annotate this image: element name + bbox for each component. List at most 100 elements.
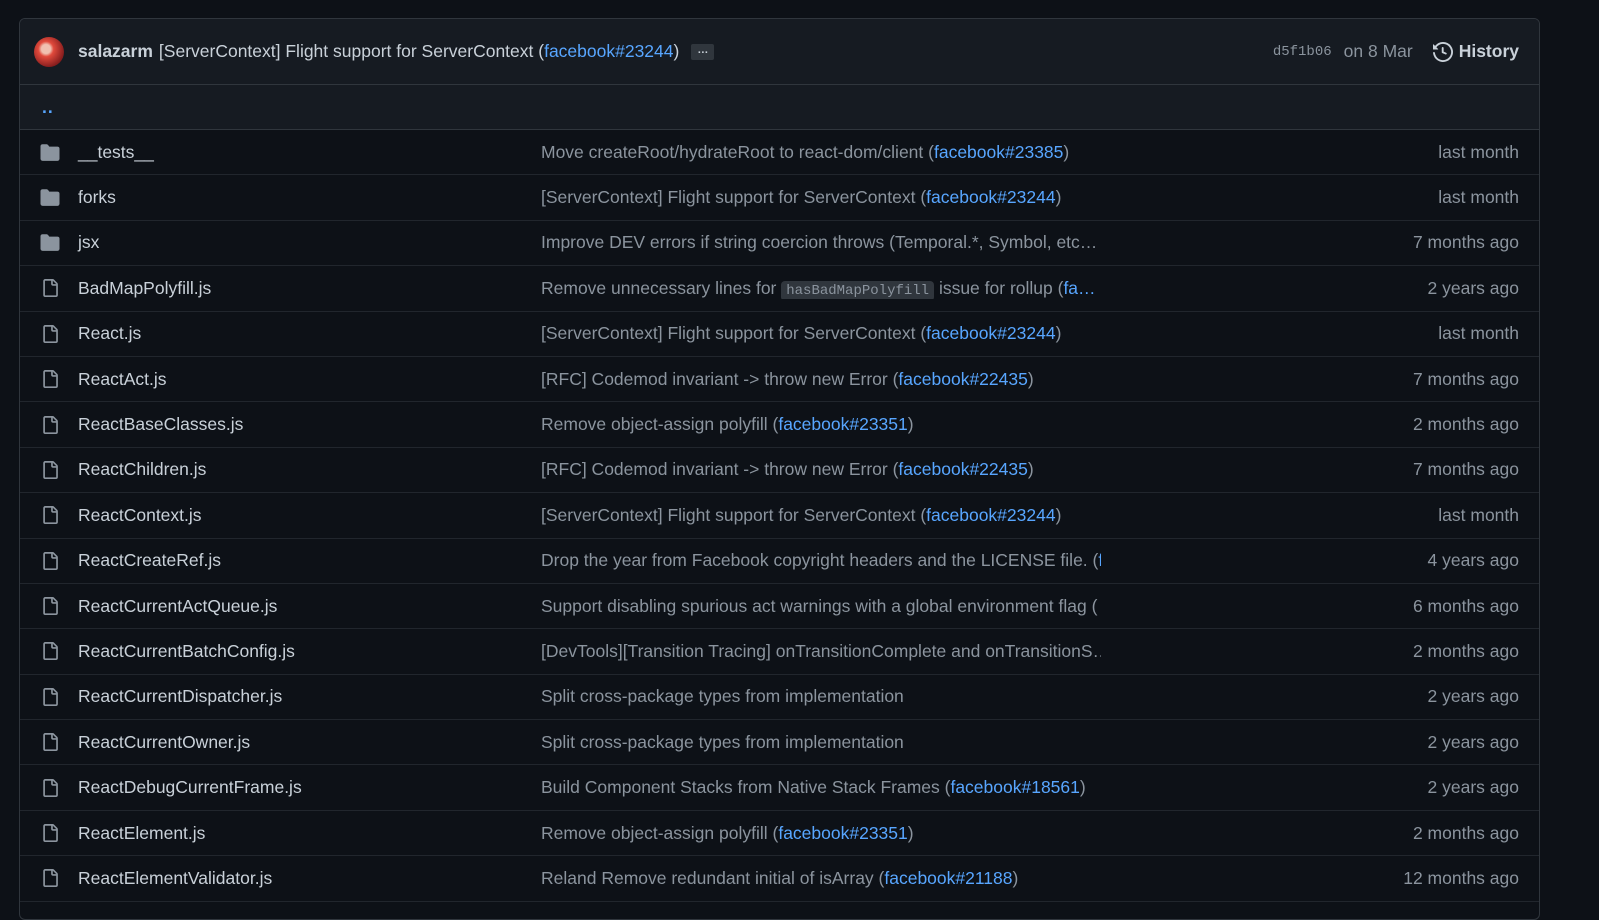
commit-sha[interactable]: d5f1b06 — [1273, 44, 1332, 60]
commit-author[interactable]: salazarm — [78, 41, 153, 62]
file-name-link[interactable]: BadMapPolyfill.js — [78, 278, 211, 299]
pr-link[interactable]: facebook#23385 — [934, 142, 1063, 162]
file-name-link[interactable]: ReactCreateRef.js — [78, 550, 221, 571]
commit-message-text[interactable]: Drop the year from Facebook copyright he… — [541, 550, 1098, 570]
commit-message-text[interactable]: [ServerContext] Flight support for Serve… — [541, 505, 926, 525]
last-commit-message[interactable]: [DevTools][Transition Tracing] onTransit… — [541, 641, 1101, 662]
commit-message-text[interactable]: [RFC] Codemod invariant -> throw new Err… — [541, 369, 898, 389]
pr-link[interactable]: f… — [1098, 550, 1101, 570]
commit-message-text-mid[interactable]: issue for rollup ( — [934, 278, 1064, 298]
history-button[interactable]: History — [1432, 41, 1519, 62]
last-commit-message[interactable]: Remove object-assign polyfill (facebook#… — [541, 823, 1101, 844]
table-row[interactable]: ReactAct.js [RFC] Codemod invariant -> th… — [20, 357, 1539, 403]
last-commit-age: 2 months ago — [1412, 414, 1519, 435]
last-commit-age: 2 months ago — [1412, 640, 1519, 661]
parent-directory-row[interactable]: .. — [20, 85, 1539, 130]
file-name-link[interactable]: ReactBaseClasses.js — [78, 414, 243, 435]
table-row[interactable]: forks [ServerContext] Flight support for … — [20, 175, 1539, 221]
pr-link[interactable]: facebook#21188 — [884, 868, 1012, 888]
file-name-link[interactable]: ReactChildren.js — [78, 459, 206, 480]
table-row[interactable]: ReactElement.js Remove object-assign poly… — [20, 811, 1539, 857]
table-row[interactable]: ReactCurrentOwner.js Split cross-package … — [20, 720, 1539, 766]
commit-message-text[interactable]: [RFC] Codemod invariant -> throw new Err… — [541, 459, 898, 479]
file-name-link[interactable]: ReactCurrentBatchConfig.js — [78, 641, 295, 662]
last-commit-age: last month — [1438, 323, 1519, 344]
file-name-link[interactable]: ReactDebugCurrentFrame.js — [78, 777, 302, 798]
commit-message-text[interactable]: [ServerContext] Flight support for Serve… — [541, 323, 926, 343]
commit-pr-link[interactable]: facebook#23244 — [544, 41, 673, 61]
last-commit-message[interactable]: Move createRoot/hydrateRoot to react-dom… — [541, 142, 1101, 163]
commit-message-text[interactable]: Build Component Stacks from Native Stack… — [541, 777, 950, 797]
pr-link[interactable]: facebook#23244 — [926, 187, 1055, 207]
table-row[interactable]: ReactCurrentActQueue.js Support disabling… — [20, 584, 1539, 630]
commit-message-text[interactable]: Remove object-assign polyfill ( — [541, 823, 778, 843]
pr-link[interactable]: facebook#22435 — [898, 459, 1027, 479]
file-name-link[interactable]: React.js — [78, 323, 141, 344]
commit-message-text[interactable]: [DevTools][Transition Tracing] onTransit… — [541, 641, 1101, 661]
last-commit-message[interactable]: Split cross-package types from implement… — [541, 686, 1101, 707]
last-commit-message[interactable]: [ServerContext] Flight support for Serve… — [541, 187, 1101, 208]
table-row[interactable]: ReactCurrentBatchConfig.js [DevTools][Tra… — [20, 629, 1539, 675]
author-avatar[interactable] — [34, 36, 64, 67]
last-commit-age: 7 months ago — [1412, 232, 1519, 253]
last-commit-message[interactable]: [ServerContext] Flight support for Serve… — [541, 505, 1101, 526]
table-row[interactable]: ReactBaseClasses.js Remove object-assign … — [20, 402, 1539, 448]
file-icon — [39, 551, 61, 571]
commit-message-text[interactable]: Split cross-package types from implement… — [541, 686, 904, 706]
commit-message-end: ) — [1027, 459, 1034, 480]
last-commit-message[interactable]: Remove unnecessary lines for hasBadMapPo… — [541, 278, 1101, 299]
table-row[interactable]: __tests__ Move createRoot/hydrateRoot to … — [20, 130, 1539, 176]
last-commit-message[interactable]: Remove object-assign polyfill (facebook#… — [541, 414, 1101, 435]
last-commit-message[interactable]: Reland Remove redundant initial of isArr… — [541, 868, 1101, 889]
table-row[interactable]: ReactDebugCurrentFrame.js Build Component… — [20, 765, 1539, 811]
last-commit-message[interactable]: Support disabling spurious act warnings … — [541, 596, 1101, 617]
commit-message-text[interactable]: Reland Remove redundant initial of isArr… — [541, 868, 884, 888]
file-name-link[interactable]: ReactAct.js — [78, 369, 167, 390]
last-commit-message[interactable]: [RFC] Codemod invariant -> throw new Err… — [541, 459, 1101, 480]
file-name-link[interactable]: forks — [78, 187, 116, 208]
file-name-link[interactable]: jsx — [78, 232, 99, 253]
commit-message-end: ) — [1055, 323, 1062, 344]
last-commit-message[interactable]: Improve DEV errors if string coercion th… — [541, 232, 1101, 253]
commit-message-text[interactable]: [ServerContext] Flight support for Serve… — [541, 187, 926, 207]
table-row[interactable]: ReactContext.js [ServerContext] Flight su… — [20, 493, 1539, 539]
commit-message-text[interactable]: Support disabling spurious act warnings … — [541, 596, 1097, 616]
file-icon — [39, 596, 61, 616]
last-commit-message[interactable]: [RFC] Codemod invariant -> throw new Err… — [541, 369, 1101, 390]
table-row[interactable]: ReactCurrentDispatcher.js Split cross-pac… — [20, 675, 1539, 721]
pr-link[interactable]: facebook#23244 — [926, 505, 1055, 525]
pr-link[interactable]: facebook#23244 — [926, 323, 1055, 343]
pr-link[interactable]: fa… — [1063, 278, 1095, 298]
commit-message-end: ) — [1027, 368, 1034, 389]
table-row[interactable]: BadMapPolyfill.js Remove unnecessary line… — [20, 266, 1539, 312]
pr-link[interactable]: facebook#23351 — [778, 823, 907, 843]
table-row[interactable]: jsx Improve DEV errors if string coercion… — [20, 221, 1539, 267]
pr-link[interactable]: facebook#18561 — [950, 777, 1079, 797]
last-commit-message[interactable]: [ServerContext] Flight support for Serve… — [541, 323, 1101, 344]
file-name-link[interactable]: ReactCurrentActQueue.js — [78, 596, 277, 617]
commit-message-text[interactable]: Remove object-assign polyfill ( — [541, 414, 778, 434]
commit-message-text[interactable]: Split cross-package types from implement… — [541, 732, 904, 752]
last-commit-message[interactable]: Split cross-package types from implement… — [541, 732, 1101, 753]
last-commit-age: 4 years ago — [1427, 550, 1519, 571]
pr-link[interactable]: facebook#22435 — [898, 369, 1027, 389]
file-name-link[interactable]: ReactElementValidator.js — [78, 868, 272, 889]
expand-commit-message-button[interactable]: … — [691, 43, 715, 60]
commit-message-text[interactable]: Move createRoot/hydrateRoot to react-dom… — [541, 142, 934, 162]
commit-message-text[interactable]: Remove unnecessary lines for — [541, 278, 781, 298]
table-row[interactable]: ReactChildren.js [RFC] Codemod invariant … — [20, 448, 1539, 494]
table-row[interactable]: React.js [ServerContext] Flight support f… — [20, 312, 1539, 357]
file-name-link[interactable]: __tests__ — [78, 142, 154, 163]
commit-message-text[interactable]: Improve DEV errors if string coercion th… — [541, 232, 1097, 252]
file-name-link[interactable]: ReactCurrentOwner.js — [78, 732, 250, 753]
file-name-link[interactable]: ReactElement.js — [78, 823, 205, 844]
commit-message[interactable]: [ServerContext] Flight support for Serve… — [159, 41, 679, 62]
parent-directory-link[interactable]: .. — [42, 97, 54, 118]
last-commit-message[interactable]: Drop the year from Facebook copyright he… — [541, 550, 1101, 571]
pr-link[interactable]: facebook#23351 — [778, 414, 907, 434]
file-name-link[interactable]: ReactContext.js — [78, 505, 202, 526]
last-commit-message[interactable]: Build Component Stacks from Native Stack… — [541, 777, 1101, 798]
table-row[interactable]: ReactElementValidator.js Reland Remove re… — [20, 856, 1539, 902]
file-name-link[interactable]: ReactCurrentDispatcher.js — [78, 686, 282, 707]
table-row[interactable]: ReactCreateRef.js Drop the year from Face… — [20, 539, 1539, 584]
